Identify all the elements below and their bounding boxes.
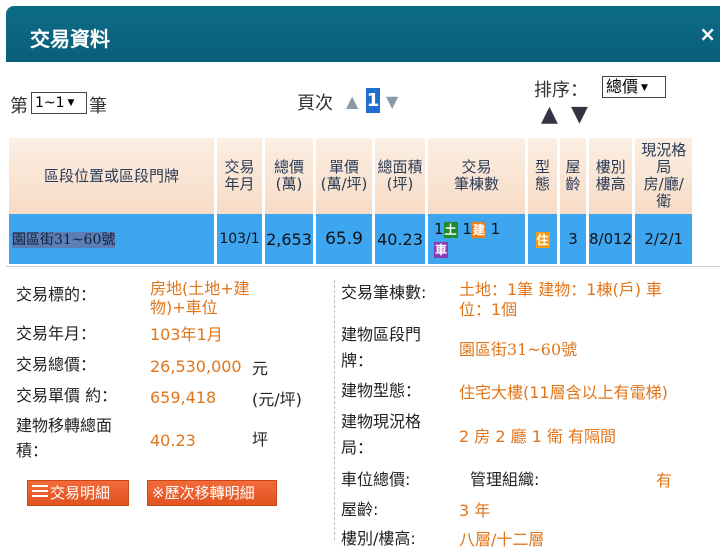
dialog-title: 交易資料 — [30, 27, 110, 51]
table-row[interactable]: 園區街31~60號 103/1 2,653 65.9 40.23 1土 1建 1… — [9, 214, 693, 264]
cell-date: 103/1 — [217, 214, 262, 264]
total-unit: 元 — [252, 359, 269, 378]
building-count: 1 — [462, 220, 472, 238]
count-value-1: 土地：1筆 建物：1棟(戶) 車 — [459, 280, 663, 299]
count-label: 交易筆棟數: — [341, 283, 427, 302]
layout-label-1: 建物現況格 — [341, 412, 422, 431]
cell-area: 40.23 — [375, 214, 425, 264]
sort-select-value: 總價 — [606, 77, 639, 96]
cell-location[interactable]: 園區街31~60號 — [9, 214, 214, 264]
layout-label-2: 局： — [341, 438, 374, 457]
page-down-icon[interactable]: ▼ — [386, 92, 398, 111]
age-value: 3 年 — [459, 501, 491, 520]
dialog-titlebar: 交易資料 × — [6, 6, 720, 62]
area-label-1: 建物移轉總面 — [16, 416, 113, 435]
transfer-history-label: ※歷次移轉明細 — [152, 484, 255, 502]
cell-total-price: 2,653 — [265, 214, 313, 264]
cell-layout: 2/2/1 — [635, 214, 693, 264]
building-type-value: 住宅大樓(11層含以上有電梯) — [459, 383, 668, 402]
parking-count: 1 — [490, 220, 501, 238]
close-icon[interactable]: × — [699, 22, 716, 46]
page-up-icon[interactable]: ▲ — [346, 92, 358, 111]
range-select-value: 1~1 — [35, 95, 65, 111]
unit-price-value: 659,418 — [150, 388, 217, 407]
parking-price-label: 車位總價: — [341, 470, 411, 489]
header-date[interactable]: 交易 年月 — [217, 138, 262, 214]
table-header-row: 區段位置或區段門牌 交易 年月 總價 (萬) 單價 (萬/坪) 總面積 (坪) 交易 筆棟… — [9, 138, 693, 214]
sort-ascending-icon[interactable]: ▲ — [541, 102, 558, 127]
cell-count: 1土 1建 1車 — [428, 214, 525, 264]
cell-type: 住 — [528, 214, 557, 264]
transfer-history-button[interactable]: ※歷次移轉明細 — [147, 480, 277, 506]
land-count: 1 — [434, 220, 444, 238]
transaction-detail-button[interactable]: 交易明細 — [27, 480, 129, 506]
unit-price-unit: (元/坪) — [252, 390, 302, 409]
management-label: 管理組織: — [470, 470, 540, 489]
sort-select[interactable]: 總價 ▼ — [602, 76, 666, 98]
page-label: 頁次 — [297, 93, 333, 114]
target-value-2: 物)+車位 — [150, 298, 218, 317]
building-type-label: 建物型態： — [341, 381, 422, 400]
page-current[interactable]: 1 — [366, 88, 380, 113]
total-value: 26,530,000 — [150, 357, 242, 376]
date-label: 交易年月： — [16, 324, 97, 343]
address-label-1: 建物區段門 — [341, 325, 422, 344]
target-label: 交易標的： — [16, 285, 97, 304]
menu-icon — [32, 482, 48, 500]
parking-tag-icon: 車 — [434, 242, 448, 258]
header-type[interactable]: 型態 — [528, 138, 557, 214]
dropdown-caret-icon: ▼ — [67, 98, 75, 108]
range-select[interactable]: 1~1 ▼ — [31, 92, 87, 114]
total-label: 交易總價： — [16, 355, 97, 374]
header-total-price[interactable]: 總價 (萬) — [265, 138, 313, 214]
cell-unit-price: 65.9 — [316, 214, 372, 264]
header-location[interactable]: 區段位置或區段門牌 — [9, 138, 214, 214]
range-suffix: 筆 — [89, 96, 107, 117]
range-prefix: 第 — [10, 96, 28, 117]
target-value-1: 房地(土地+建 — [150, 279, 250, 298]
floor-label: 樓別/樓高: — [341, 529, 416, 548]
unit-price-label: 交易單價 約： — [16, 386, 118, 405]
header-count[interactable]: 交易 筆棟數 — [428, 138, 525, 214]
cell-age: 3 — [560, 214, 586, 264]
cell-floor: 8/012 — [589, 214, 633, 264]
header-unit-price[interactable]: 單價 (萬/坪) — [316, 138, 372, 214]
header-floor[interactable]: 樓別 樓高 — [589, 138, 633, 214]
date-value: 103年1月 — [150, 325, 223, 344]
management-value: 有 — [656, 471, 673, 490]
header-age[interactable]: 屋齡 — [560, 138, 586, 214]
results-table: 區段位置或區段門牌 交易 年月 總價 (萬) 單價 (萬/坪) 總面積 (坪) 交易 筆棟… — [6, 138, 695, 264]
age-label: 屋齡: — [341, 500, 379, 519]
count-value-2: 位：1個 — [459, 300, 518, 319]
dropdown-caret-icon: ▼ — [641, 83, 648, 93]
detail-divider — [334, 280, 335, 540]
address-label-2: 牌： — [341, 351, 374, 370]
layout-value: 2 房 2 廳 1 衛 有隔間 — [459, 427, 617, 446]
area-label-2: 積： — [16, 441, 49, 460]
building-tag-icon: 建 — [471, 222, 486, 238]
sort-label: 排序： — [534, 80, 588, 101]
area-value: 40.23 — [150, 431, 196, 450]
land-tag-icon: 土 — [443, 222, 458, 238]
residential-tag-icon: 住 — [535, 232, 550, 248]
sort-descending-icon[interactable]: ▼ — [571, 102, 588, 127]
header-layout[interactable]: 現況格局房/廳/衛 — [635, 138, 693, 214]
transaction-detail-label: 交易明細 — [50, 484, 111, 502]
location-text: 園區街31~60號 — [12, 232, 116, 248]
area-unit: 坪 — [252, 430, 269, 449]
address-value: 園區街31~60號 — [459, 340, 578, 359]
header-area[interactable]: 總面積 (坪) — [375, 138, 425, 214]
